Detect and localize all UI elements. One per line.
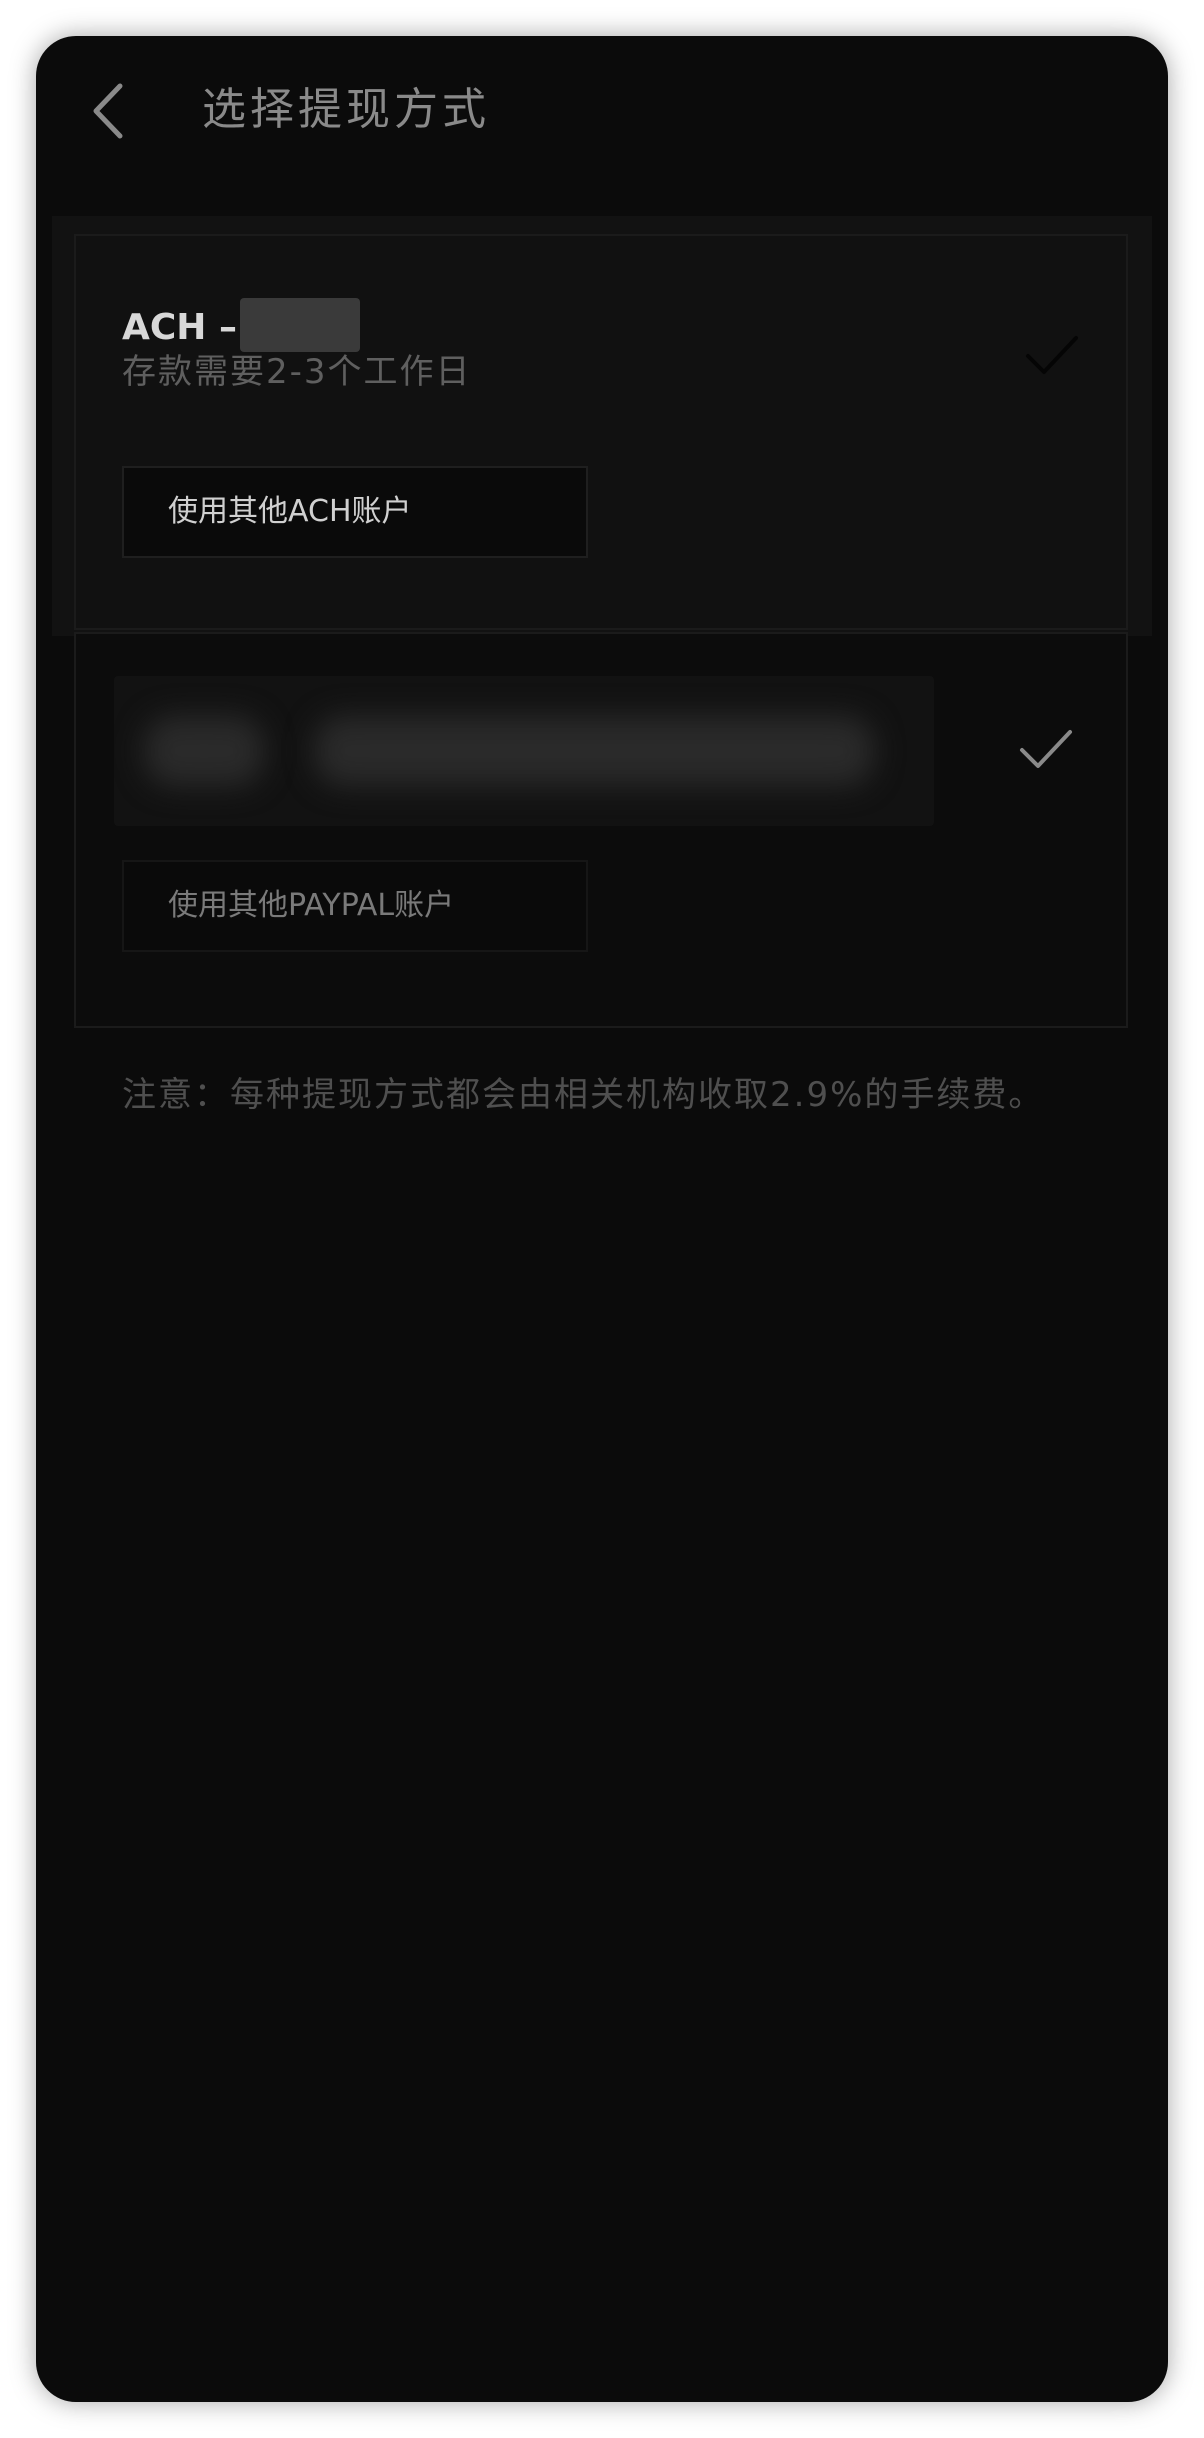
use-other-paypal-account-button[interactable]: 使用其他PAYPAL账户 — [122, 860, 588, 952]
app-screen: 选择提现方式 ACH – 存款需要2-3个工作日 使用其他ACH账户 使用其他P… — [36, 36, 1168, 2402]
ach-method-card[interactable] — [74, 234, 1128, 630]
use-other-ach-account-button[interactable]: 使用其他ACH账户 — [122, 466, 588, 558]
masked-account-number — [240, 298, 360, 352]
top-nav-bar: 选择提现方式 — [36, 36, 1168, 176]
checkmark-icon — [1022, 326, 1082, 386]
chevron-left-icon — [93, 83, 123, 139]
checkmark-icon — [1016, 720, 1076, 780]
fee-notice: 注意：每种提现方式都会由相关机构收取2.9%的手续费。 — [122, 1075, 1045, 1115]
ach-method-name: ACH – — [122, 307, 237, 348]
page-title: 选择提现方式 — [202, 84, 490, 135]
back-button[interactable] — [76, 76, 146, 146]
ach-method-description: 存款需要2-3个工作日 — [122, 352, 472, 392]
blurred-paypal-account — [114, 676, 934, 826]
